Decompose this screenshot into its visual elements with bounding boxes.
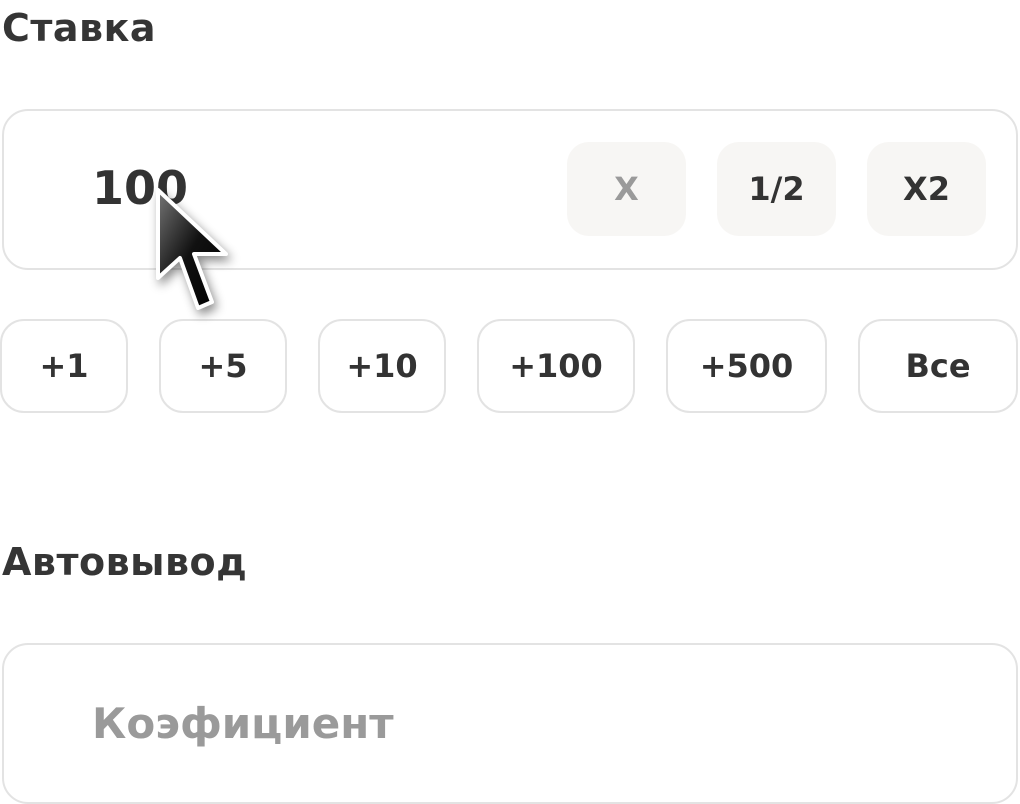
- stake-value[interactable]: 100: [92, 161, 188, 215]
- coefficient-placeholder: Коэфициент: [92, 699, 394, 748]
- autocashout-label: Автовывод: [2, 540, 248, 584]
- increment-500-button[interactable]: +500: [666, 319, 827, 413]
- increment-1-button[interactable]: +1: [0, 319, 128, 413]
- coefficient-input[interactable]: Коэфициент: [2, 643, 1018, 804]
- all-in-button[interactable]: Все: [858, 319, 1018, 413]
- half-button[interactable]: 1/2: [717, 142, 836, 236]
- increment-10-button[interactable]: +10: [318, 319, 446, 413]
- stake-label: Ставка: [2, 6, 157, 50]
- increment-5-button[interactable]: +5: [159, 319, 287, 413]
- double-button[interactable]: X2: [867, 142, 986, 236]
- clear-button[interactable]: X: [567, 142, 686, 236]
- increment-100-button[interactable]: +100: [477, 319, 635, 413]
- stake-input[interactable]: 100 X 1/2 X2: [2, 109, 1018, 270]
